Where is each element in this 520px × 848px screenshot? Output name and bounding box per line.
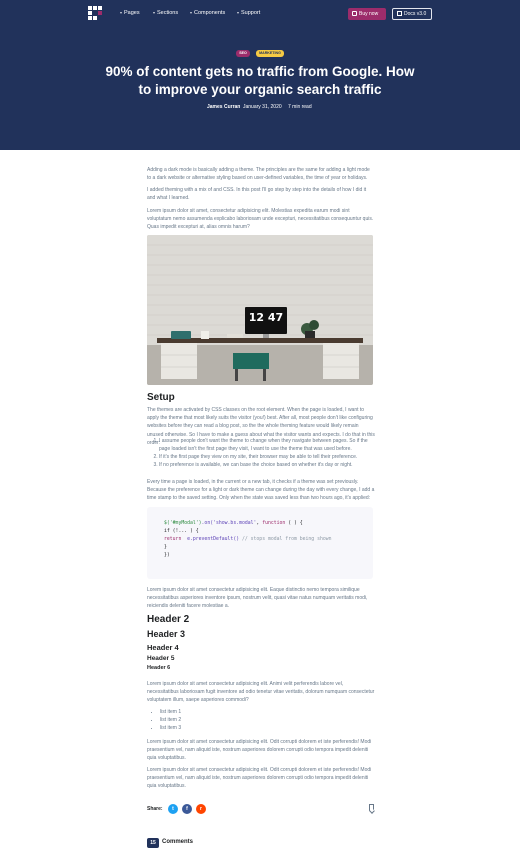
buy-now-label: Buy now: [359, 11, 379, 17]
section-heading: Setup: [147, 392, 175, 403]
logo-icon[interactable]: [88, 6, 102, 20]
book-icon: [397, 10, 402, 16]
list-item: list item 2: [160, 716, 181, 724]
nav-label: Pages: [124, 10, 140, 16]
buy-now-button[interactable]: Buy now: [348, 8, 386, 20]
top-navbar: ▾ Pages ▾ Sections ▾ Components ▾ Support Bu…: [0, 0, 520, 28]
article-hero: ▾ Pages ▾ Sections ▾ Components ▾ Support Bu…: [0, 0, 520, 150]
ordered-list: I assume people don't want the theme to …: [147, 438, 373, 470]
code-token: e.preventDefault(): [187, 537, 240, 542]
chevron-down-icon: ▾: [153, 10, 156, 15]
twitter-icon[interactable]: t: [168, 804, 178, 814]
tag-seo[interactable]: SEO: [236, 50, 250, 57]
facebook-icon[interactable]: f: [182, 804, 192, 814]
code-token: ( ) {: [285, 521, 303, 526]
nav-support[interactable]: ▾ Support: [237, 10, 260, 16]
author-name[interactable]: James Curran: [207, 104, 240, 110]
docs-label: Docs v3.0: [404, 11, 427, 17]
clock-display: 12 47: [248, 311, 284, 324]
chevron-down-icon: ▾: [190, 10, 193, 15]
code-token: function: [262, 521, 286, 526]
intro-paragraph: Lorem ipsum dolor sit amet, consectetur …: [147, 208, 374, 231]
code-block[interactable]: $('#myModal').on('show.bs.modal', functi…: [147, 507, 373, 579]
body-paragraph: Lorem ipsum dolor sit amet consectetur a…: [147, 739, 372, 762]
comments-title: Comments: [162, 839, 194, 845]
list-item: list item 3: [160, 724, 181, 732]
tag-marketing[interactable]: MARKETING: [256, 50, 284, 57]
chevron-down-icon: ▾: [237, 10, 240, 15]
body-paragraph: Lorem ipsum dolor sit amet consectetur a…: [147, 681, 375, 704]
code-token: .on('show.bs.modal': [201, 521, 257, 526]
code-token: }: [164, 545, 167, 550]
reddit-icon[interactable]: r: [196, 804, 206, 814]
header-2: Header 2: [147, 614, 190, 625]
code-token: // stops modal from being shown: [241, 537, 332, 542]
nav-label: Sections: [157, 10, 179, 16]
read-time: 7 min read: [288, 104, 312, 110]
header-3: Header 3: [147, 629, 186, 639]
nav-label: Support: [241, 10, 261, 16]
cart-icon: [352, 10, 357, 16]
article-photo: 12 47: [147, 235, 373, 385]
chevron-down-icon: ▾: [120, 10, 123, 15]
share-bar: Share: t f r: [147, 804, 374, 816]
nav-label: Components: [194, 10, 226, 16]
code-token: return: [164, 537, 182, 542]
list-item: If no preference is available, we can ba…: [159, 462, 373, 470]
list-item: list item 1: [160, 708, 181, 716]
intro-paragraph: I added theming with a mix of and CSS. I…: [147, 187, 367, 202]
list-item: If it's the first page they view on my s…: [159, 454, 373, 462]
code-token: }): [164, 553, 170, 558]
nav-components[interactable]: ▾ Components: [190, 10, 225, 16]
docs-button[interactable]: Docs v3.0: [392, 8, 432, 20]
body-paragraph: Lorem ipsum dolor sit amet consectetur a…: [147, 767, 372, 790]
bookmark-icon[interactable]: [369, 804, 374, 811]
post-date: January 31, 2020: [243, 104, 282, 110]
body-paragraph: Every time a page is loaded, in the curr…: [147, 479, 375, 502]
nav-sections[interactable]: ▾ Sections: [153, 10, 178, 16]
code-token: $('#myModal'): [164, 521, 202, 526]
comment-count-badge: 15: [147, 838, 159, 848]
intro-paragraph: Adding a dark mode is basically adding a…: [147, 167, 370, 182]
header-5: Header 5: [147, 655, 175, 662]
header-6: Header 6: [147, 665, 171, 671]
code-token: if (!... ) {: [164, 529, 199, 534]
share-label: Share:: [147, 806, 163, 812]
header-4: Header 4: [147, 643, 179, 652]
body-paragraph: Lorem ipsum dolor sit amet consectetur a…: [147, 587, 368, 610]
page-title: 90% of content gets no traffic from Goog…: [105, 64, 415, 97]
nav-pages[interactable]: ▾ Pages: [120, 10, 140, 16]
bullet-list: list item 1 list item 2 list item 3: [147, 708, 181, 732]
list-item: I assume people don't want the theme to …: [159, 438, 373, 454]
desk-scene-image: [147, 235, 373, 385]
